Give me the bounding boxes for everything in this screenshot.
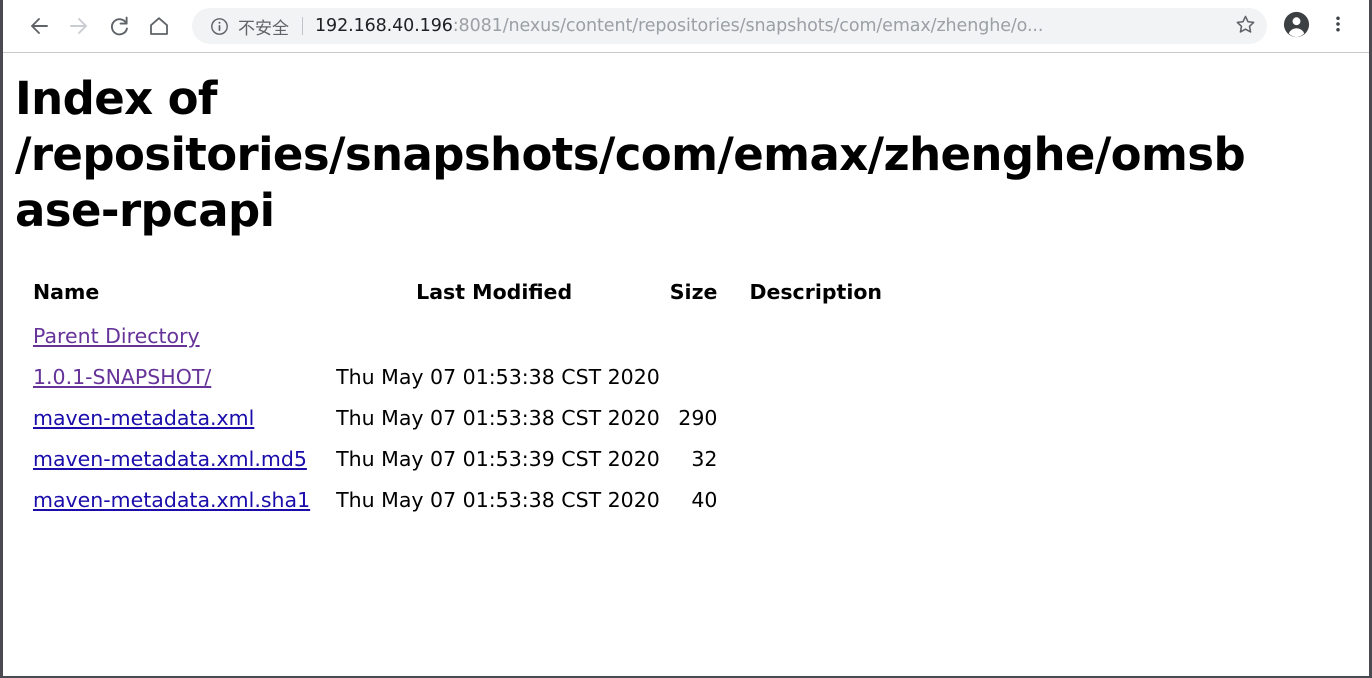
directory-listing-body: Parent Directory bbox=[33, 324, 882, 365]
cell-name: maven-metadata.xml.md5 bbox=[33, 447, 336, 488]
link-file-entry[interactable]: maven-metadata.xml bbox=[33, 406, 254, 430]
security-status-text: 不安全 bbox=[238, 18, 289, 39]
link-file-entry[interactable]: maven-metadata.xml.sha1 bbox=[33, 488, 310, 512]
table-row: maven-metadata.xml Thu May 07 01:53:38 CS… bbox=[33, 406, 882, 447]
url-path: :8081/nexus/content/repositories/snapsho… bbox=[452, 16, 1044, 36]
link-file-entry[interactable]: maven-metadata.xml.md5 bbox=[33, 447, 307, 471]
page-content: Index of /repositories/snapshots/com/ema… bbox=[3, 53, 1369, 529]
omnibox-separator bbox=[302, 17, 303, 35]
browser-toolbar: 不安全 192.168.40.196:8081/nexus/content/re… bbox=[3, 0, 1369, 53]
file-rows-body: 1.0.1-SNAPSHOT/Thu May 07 01:53:38 CST 2… bbox=[33, 365, 882, 529]
cell-size: 32 bbox=[691, 447, 718, 472]
cell-description bbox=[731, 406, 882, 447]
arrow-right-icon bbox=[67, 14, 91, 38]
back-button[interactable] bbox=[19, 6, 59, 46]
cell-size bbox=[670, 324, 732, 365]
directory-listing-table: Name Last Modified Size Description Pare… bbox=[33, 280, 882, 529]
home-button[interactable] bbox=[139, 6, 179, 46]
cell-description bbox=[731, 447, 882, 488]
info-circle-icon bbox=[210, 17, 229, 36]
page-title: Index of /repositories/snapshots/com/ema… bbox=[15, 72, 1246, 238]
column-header-size: Size bbox=[669, 280, 718, 305]
table-row-parent-directory: Parent Directory bbox=[33, 324, 882, 365]
forward-button[interactable] bbox=[59, 6, 99, 46]
column-header-description: Description bbox=[749, 280, 883, 305]
browser-window: 不安全 192.168.40.196:8081/nexus/content/re… bbox=[0, 0, 1372, 678]
arrow-left-icon bbox=[27, 14, 51, 38]
url-host: 192.168.40.196 bbox=[315, 16, 453, 36]
bookmark-button[interactable] bbox=[1227, 10, 1263, 42]
cell-last-modified: Thu May 07 01:53:38 CST 2020 bbox=[336, 365, 660, 390]
cell-last-modified: Thu May 07 01:53:38 CST 2020 bbox=[336, 406, 660, 431]
cell-name: 1.0.1-SNAPSHOT/ bbox=[33, 365, 336, 406]
cell-description bbox=[731, 365, 882, 406]
table-row: maven-metadata.xml.md5 Thu May 07 01:53:3… bbox=[33, 447, 882, 488]
cell-last-modified: Thu May 07 01:53:39 CST 2020 bbox=[336, 447, 660, 472]
three-dots-vertical-icon bbox=[1328, 14, 1348, 38]
cell-last-modified bbox=[336, 324, 670, 365]
security-indicator[interactable]: 不安全 bbox=[210, 8, 289, 44]
cell-size: 40 bbox=[691, 488, 718, 513]
link-file-entry[interactable]: 1.0.1-SNAPSHOT/ bbox=[33, 365, 211, 389]
address-bar[interactable]: 不安全 192.168.40.196:8081/nexus/content/re… bbox=[192, 8, 1267, 44]
link-parent-directory[interactable]: Parent Directory bbox=[33, 324, 200, 348]
account-circle-icon bbox=[1282, 10, 1311, 43]
table-row: maven-metadata.xml.sha1 Thu May 07 01:53:… bbox=[33, 488, 882, 529]
reload-button[interactable] bbox=[99, 6, 139, 46]
url-text[interactable]: 192.168.40.196:8081/nexus/content/reposi… bbox=[315, 16, 1227, 36]
home-icon bbox=[147, 14, 171, 38]
profile-avatar-button[interactable] bbox=[1275, 5, 1317, 47]
reload-icon bbox=[107, 14, 131, 38]
column-header-name: Name bbox=[33, 280, 100, 305]
table-header-row: Name Last Modified Size Description bbox=[33, 280, 882, 324]
cell-last-modified: Thu May 07 01:53:38 CST 2020 bbox=[336, 488, 660, 513]
column-header-last-modified: Last Modified bbox=[416, 280, 573, 305]
cell-size bbox=[670, 365, 732, 406]
chrome-menu-button[interactable] bbox=[1317, 5, 1359, 47]
cell-size: 290 bbox=[678, 406, 718, 431]
cell-description bbox=[731, 324, 882, 365]
cell-name: maven-metadata.xml bbox=[33, 406, 336, 447]
table-row: 1.0.1-SNAPSHOT/Thu May 07 01:53:38 CST 2… bbox=[33, 365, 882, 406]
cell-name: maven-metadata.xml.sha1 bbox=[33, 488, 336, 529]
cell-description bbox=[731, 488, 882, 529]
star-outline-icon bbox=[1234, 13, 1257, 40]
